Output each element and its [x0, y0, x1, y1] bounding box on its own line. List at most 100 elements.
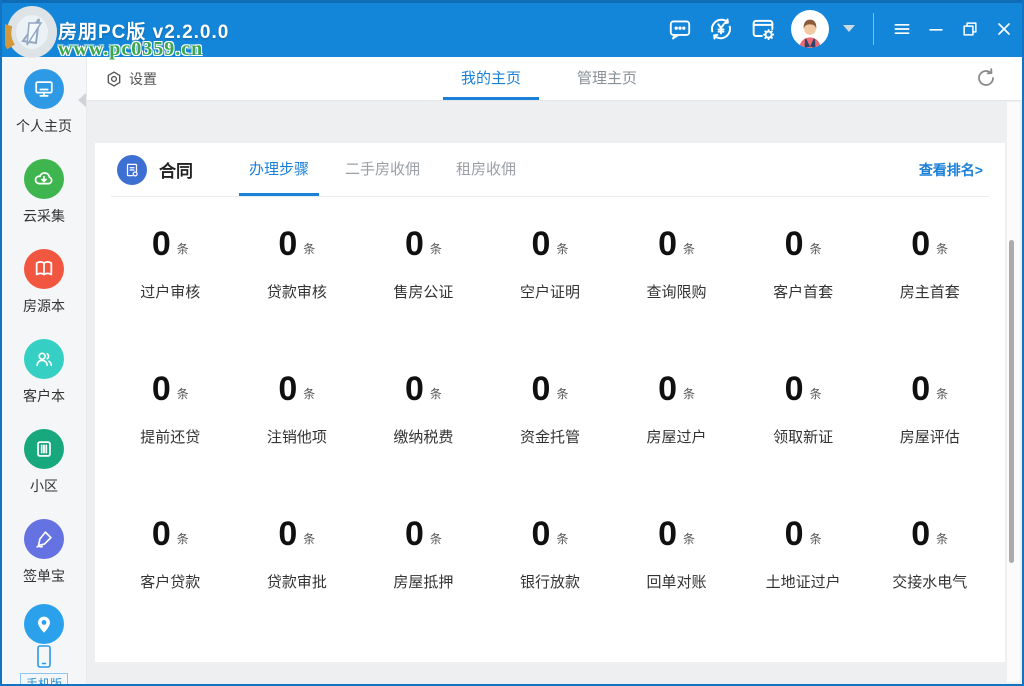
watermark-url: www.pc0359.cn: [58, 38, 203, 61]
counter-unit: 条: [303, 530, 315, 551]
counter-value: 0: [911, 517, 930, 551]
sidebar-item-customer-book[interactable]: 客户本: [23, 339, 65, 406]
watermark-logo: [5, 3, 59, 61]
counter-value-row: 0条: [658, 227, 695, 261]
counter-cell-bank-disbursement[interactable]: 0条 银行放款: [487, 487, 614, 632]
sidebar-item-mobile-version[interactable]: 手机版: [20, 644, 68, 686]
avatar-person-image: [793, 14, 827, 48]
sidebar-item-location[interactable]: [24, 604, 64, 644]
counter-cell-land-certificate-transfer[interactable]: 0条 土地证过户: [740, 487, 867, 632]
counter-value: 0: [278, 227, 297, 261]
mobile-phone-icon: [33, 644, 55, 670]
refresh-button[interactable]: [974, 66, 998, 90]
counter-unit: 条: [303, 385, 315, 406]
counter-unit: 条: [177, 385, 189, 406]
counter-value: 0: [405, 517, 424, 551]
app-settings-button[interactable]: [749, 15, 777, 43]
menu-button[interactable]: [892, 19, 912, 39]
counter-cell-cancel-other-rights[interactable]: 0条 注销他项: [234, 342, 361, 487]
sidebar-item-label: 签单宝: [23, 566, 65, 586]
tab-manage-homepage[interactable]: 管理主页: [571, 57, 643, 100]
currency-exchange-icon: [707, 15, 735, 43]
counter-value: 0: [278, 517, 297, 551]
counter-unit: 条: [177, 530, 189, 551]
counter-cell-sale-notarization[interactable]: 0条 售房公证: [360, 197, 487, 342]
counter-unit: 条: [556, 385, 568, 406]
counter-value: 0: [152, 372, 171, 406]
sidebar-item-label: 房源本: [23, 296, 65, 316]
sidebar: 个人主页 云采集 房源本 客户本: [2, 57, 87, 684]
counter-cell-house-appraisal[interactable]: 0条 房屋评估: [866, 342, 993, 487]
counter-value: 0: [532, 227, 551, 261]
counter-unit: 条: [810, 385, 822, 406]
window-gear-icon: [749, 15, 777, 43]
counter-cell-pay-taxes[interactable]: 0条 缴纳税费: [360, 342, 487, 487]
counter-label: 房屋评估: [900, 426, 960, 447]
counter-label: 房屋抵押: [393, 571, 453, 592]
user-avatar[interactable]: [791, 10, 829, 48]
counter-value: 0: [911, 372, 930, 406]
counter-cell-loan-approval[interactable]: 0条 贷款审批: [234, 487, 361, 632]
close-icon: [994, 19, 1014, 39]
counter-value-row: 0条: [278, 227, 315, 261]
counter-unit: 条: [810, 240, 822, 261]
sidebar-item-house-book[interactable]: 房源本: [23, 249, 65, 316]
counter-label: 土地证过户: [766, 571, 841, 592]
counter-cell-early-repayment[interactable]: 0条 提前还贷: [107, 342, 234, 487]
counter-value: 0: [278, 372, 297, 406]
tab-my-homepage[interactable]: 我的主页: [455, 57, 527, 100]
tab-processing-steps[interactable]: 办理步骤: [249, 143, 309, 196]
tab-rental-commission[interactable]: 租房收佣: [456, 143, 516, 196]
counter-unit: 条: [556, 240, 568, 261]
sidebar-item-label: 客户本: [23, 386, 65, 406]
minimize-icon: [926, 19, 946, 39]
counter-cell-vacancy-certificate[interactable]: 0条 空户证明: [487, 197, 614, 342]
counter-value-row: 0条: [532, 372, 569, 406]
tab-secondhand-commission[interactable]: 二手房收佣: [345, 143, 420, 196]
panel-header: 合同 办理步骤 二手房收佣 租房收佣 查看排名>: [95, 143, 1005, 196]
counter-cell-receive-new-certificate[interactable]: 0条 领取新证: [740, 342, 867, 487]
sidebar-item-personal-home[interactable]: 个人主页: [16, 69, 72, 136]
building-icon: [24, 429, 64, 469]
counter-value-row: 0条: [658, 517, 695, 551]
counter-value-row: 0条: [911, 372, 948, 406]
counter-label: 客户首套: [773, 281, 833, 302]
panel-tabs: 办理步骤 二手房收佣 租房收佣: [249, 143, 516, 196]
counter-value: 0: [785, 227, 804, 261]
currency-exchange-button[interactable]: [707, 15, 735, 43]
counter-value: 0: [658, 227, 677, 261]
scrollbar-thumb[interactable]: [1009, 240, 1014, 563]
avatar-dropdown-button[interactable]: [843, 25, 855, 32]
counter-label: 贷款审批: [267, 571, 327, 592]
sidebar-item-label: 小区: [30, 476, 58, 496]
counter-cell-transfer-review[interactable]: 0条 过户审核: [107, 197, 234, 342]
sidebar-item-sign-order[interactable]: 签单宝: [23, 519, 65, 586]
settings-button[interactable]: 设置: [105, 57, 157, 100]
view-ranking-link[interactable]: 查看排名>: [919, 160, 983, 180]
counter-value-row: 0条: [278, 372, 315, 406]
counter-value: 0: [405, 227, 424, 261]
counter-cell-purchase-limit-query[interactable]: 0条 查询限购: [613, 197, 740, 342]
sidebar-item-cloud-collect[interactable]: 云采集: [23, 159, 65, 226]
counter-cell-customer-first-home[interactable]: 0条 客户首套: [740, 197, 867, 342]
counter-value-row: 0条: [911, 517, 948, 551]
counter-cell-customer-loan[interactable]: 0条 客户贷款: [107, 487, 234, 632]
counter-unit: 条: [683, 240, 695, 261]
restore-button[interactable]: [960, 19, 980, 39]
counter-value-row: 0条: [785, 517, 822, 551]
counter-cell-owner-first-home[interactable]: 0条 房主首套: [866, 197, 993, 342]
counter-unit: 条: [177, 240, 189, 261]
counter-cell-receipt-reconciliation[interactable]: 0条 回单对账: [613, 487, 740, 632]
minimize-button[interactable]: [926, 19, 946, 39]
counter-value-row: 0条: [911, 227, 948, 261]
counter-cell-house-mortgage[interactable]: 0条 房屋抵押: [360, 487, 487, 632]
counter-cell-fund-custody[interactable]: 0条 资金托管: [487, 342, 614, 487]
counter-unit: 条: [430, 385, 442, 406]
counter-cell-house-transfer[interactable]: 0条 房屋过户: [613, 342, 740, 487]
message-button[interactable]: [667, 16, 693, 42]
counter-unit: 条: [936, 530, 948, 551]
counter-cell-loan-review[interactable]: 0条 贷款审核: [234, 197, 361, 342]
sidebar-item-community[interactable]: 小区: [24, 429, 64, 496]
close-button[interactable]: [994, 19, 1014, 39]
counter-cell-utilities-handover[interactable]: 0条 交接水电气: [866, 487, 993, 632]
